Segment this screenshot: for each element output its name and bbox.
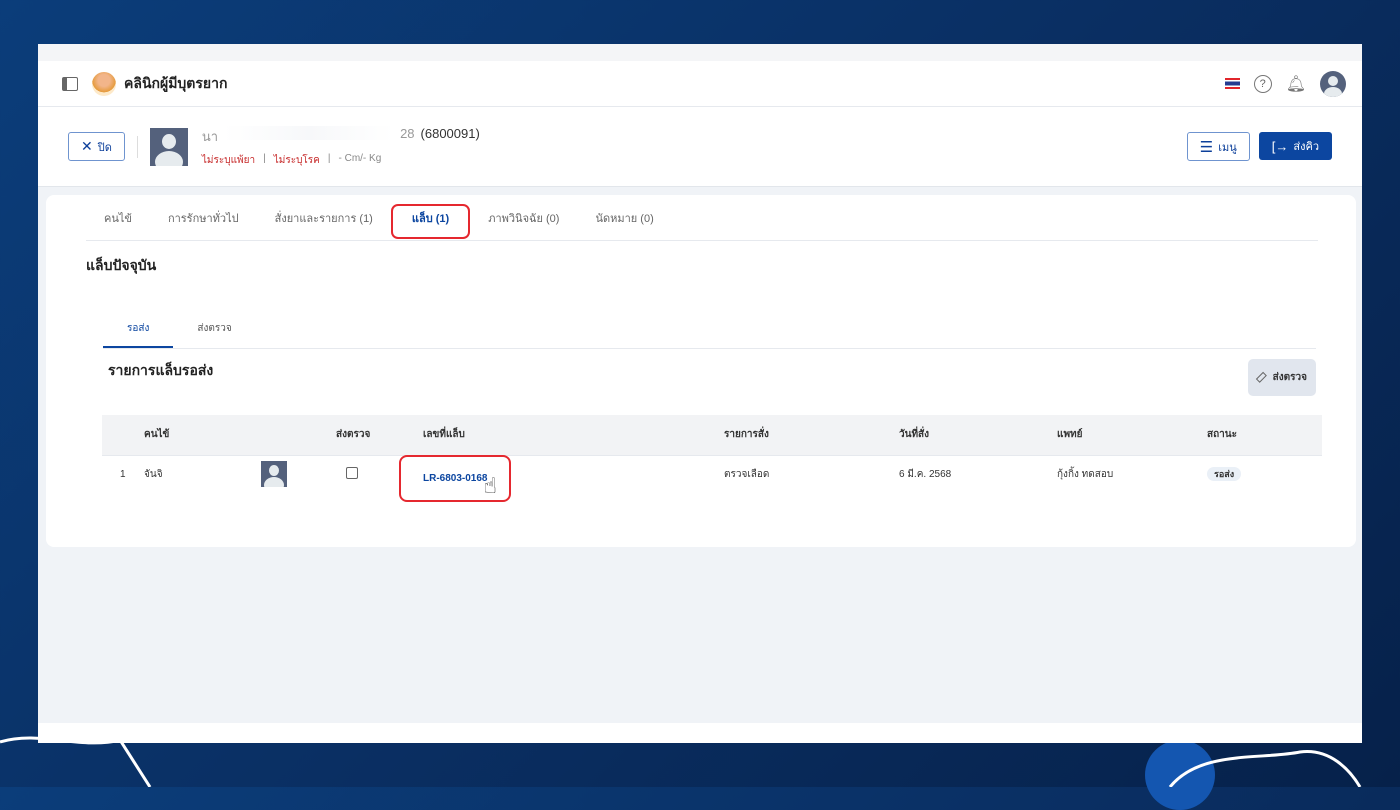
patient-header: ✕ ปิด นา 28 (6800091) ไม่ระบุแพ้ยา | ไม่ระบุโ… xyxy=(38,107,1362,187)
name-prefix: นา xyxy=(201,128,219,144)
test-tube-icon: ⌷ xyxy=(1253,368,1271,386)
section-title: แล็บปัจจุบัน xyxy=(86,257,157,273)
doctor-cell: กุ้งกิ้ง ทดสอบ xyxy=(1057,468,1114,480)
help-icon[interactable]: ? xyxy=(1253,74,1272,93)
col-lab-no: เลขที่แล็บ xyxy=(423,415,724,456)
patient-hn: (6800091) xyxy=(420,125,480,141)
tab-imaging[interactable]: ภาพวินิจฉัย (0) xyxy=(470,195,577,241)
logout-arrow-icon: [→ xyxy=(1271,138,1289,154)
list-title: รายการแล็บรอส่ง xyxy=(108,362,214,378)
app-header: คลินิกผู้มีบุตรยาก ? 🔔︎ xyxy=(38,61,1362,107)
menu-button[interactable]: ☰ เมนู xyxy=(1186,132,1250,161)
tab-patient[interactable]: คนไข้ xyxy=(86,195,150,241)
bell-icon[interactable]: 🔔︎ xyxy=(1286,74,1306,94)
sidebar-toggle-icon[interactable] xyxy=(62,76,78,91)
thai-flag-icon[interactable] xyxy=(1224,78,1240,89)
hand-pointer-icon: ☝︎ xyxy=(483,473,497,499)
lab-card: คนไข้ การรักษาทั่วไป สั่งยาและรายการ (1)… xyxy=(46,195,1356,547)
subtab-sent[interactable]: ส่งตรวจ xyxy=(173,321,255,348)
patient-name: นา 28 (6800091) xyxy=(201,125,480,147)
patient-avatar xyxy=(261,461,287,488)
send-checkbox[interactable] xyxy=(346,466,358,479)
allergy-info: ไม่ระบุแพ้ยา xyxy=(201,154,256,166)
patient-photo xyxy=(149,127,188,166)
date-cell: 6 มี.ค. 2568 xyxy=(899,468,952,480)
user-avatar[interactable] xyxy=(1320,70,1346,97)
subtab-pending[interactable]: รอส่ง xyxy=(103,321,174,348)
close-icon: ✕ xyxy=(81,138,93,154)
name-suffix: 28 xyxy=(400,125,415,141)
close-button[interactable]: ✕ ปิด xyxy=(68,132,125,161)
patient-name-cell: จันจิ xyxy=(144,468,163,480)
patient-tabs: คนไข้ การรักษาทั่วไป สั่งยาและรายการ (1)… xyxy=(86,195,1318,241)
send-lab-button[interactable]: ⌷ ส่งตรวจ xyxy=(1248,359,1316,396)
clinic-logo xyxy=(92,71,116,96)
disease-info: ไม่ระบุโรค xyxy=(273,154,320,166)
tab-orders[interactable]: สั่งยาและรายการ (1) xyxy=(257,195,391,241)
body-measure: - Cm/- Kg xyxy=(338,152,382,164)
row-number: 1 xyxy=(120,468,126,480)
menu-icon: ☰ xyxy=(1199,138,1214,156)
col-order: รายการสั่ง xyxy=(724,415,899,456)
lab-table: คนไข้ ส่งตรวจ เลขที่แล็บ รายการสั่ง วันท… xyxy=(102,415,1322,503)
tab-appointments[interactable]: นัดหมาย (0) xyxy=(577,195,671,241)
tab-general-treatment[interactable]: การรักษาทั่วไป xyxy=(150,195,257,241)
highlight-box xyxy=(390,203,471,239)
tab-lab[interactable]: แล็บ (1) xyxy=(390,195,471,241)
col-date: วันที่สั่ง xyxy=(899,415,1057,456)
lab-subtabs: รอส่ง ส่งตรวจ xyxy=(103,321,1316,349)
col-status: สถานะ xyxy=(1207,415,1322,456)
table-row: 1 จันจิ LR-6803-0168☝︎ ตรวจเลือด 6 มี.ค.… xyxy=(102,455,1322,503)
status-badge: รอส่ง xyxy=(1207,467,1242,482)
app-title: คลินิกผู้มีบุตรยาก xyxy=(124,74,228,91)
lab-number-link[interactable]: LR-6803-0168 xyxy=(399,455,512,503)
col-doctor: แพทย์ xyxy=(1057,415,1207,456)
col-patient: คนไข้ xyxy=(144,415,261,456)
order-cell: ตรวจเลือด xyxy=(724,468,770,480)
col-send: ส่งตรวจ xyxy=(336,415,423,456)
send-queue-button[interactable]: [→ ส่งคิว xyxy=(1258,132,1332,160)
app-window: คลินิกผู้มีบุตรยาก ? 🔔︎ ✕ ปิด นา 28 (680009… xyxy=(38,44,1362,743)
